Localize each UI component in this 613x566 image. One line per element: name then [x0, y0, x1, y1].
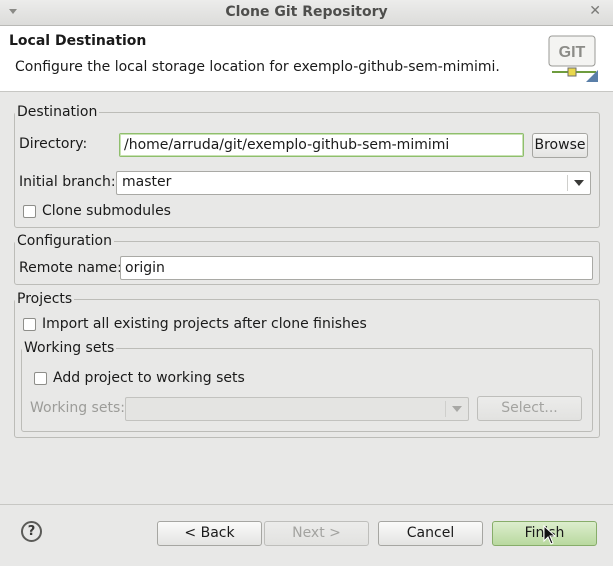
- working-sets-select[interactable]: [125, 397, 469, 421]
- page-title: Local Destination: [9, 33, 147, 49]
- close-icon[interactable]: ✕: [589, 3, 601, 19]
- clone-submodules-checkbox[interactable]: [23, 205, 36, 218]
- wizard-header: Local Destination Configure the local st…: [0, 26, 613, 92]
- add-to-working-sets-label: Add project to working sets: [53, 370, 245, 386]
- projects-group-label: Projects: [17, 291, 73, 307]
- mouse-pointer-icon: [543, 525, 557, 545]
- initial-branch-select[interactable]: master: [116, 171, 591, 195]
- initial-branch-label: Initial branch:: [19, 174, 116, 190]
- import-projects-checkbox[interactable]: [23, 318, 36, 331]
- remote-name-label: Remote name:: [19, 260, 122, 276]
- combo-separator: [445, 401, 446, 417]
- back-button[interactable]: < Back: [157, 521, 262, 546]
- help-icon[interactable]: ?: [21, 521, 42, 542]
- footer-divider: [0, 504, 613, 505]
- next-button[interactable]: Next >: [264, 521, 369, 546]
- chevron-down-icon: [452, 406, 462, 412]
- page-description: Configure the local storage location for…: [15, 59, 500, 75]
- configuration-group-label: Configuration: [17, 233, 112, 249]
- destination-group-label: Destination: [17, 104, 98, 120]
- git-logo-icon: GIT: [548, 35, 598, 82]
- initial-branch-value: master: [122, 174, 172, 190]
- git-logo-text: GIT: [559, 44, 586, 61]
- cancel-button[interactable]: Cancel: [378, 521, 483, 546]
- import-projects-label: Import all existing projects after clone…: [42, 316, 367, 332]
- clone-submodules-label: Clone submodules: [42, 203, 171, 219]
- directory-label: Directory:: [19, 136, 88, 152]
- working-sets-label: Working sets:: [30, 400, 125, 416]
- select-working-sets-button[interactable]: Select...: [477, 396, 582, 421]
- add-to-working-sets-checkbox[interactable]: [34, 372, 47, 385]
- window-titlebar: Clone Git Repository ✕: [0, 0, 613, 26]
- browse-button[interactable]: Browse: [532, 133, 588, 158]
- chevron-down-icon: [574, 180, 584, 186]
- working-sets-group-label: Working sets: [24, 340, 115, 356]
- combo-separator: [567, 175, 568, 191]
- directory-field[interactable]: /home/arruda/git/exemplo-github-sem-mimi…: [119, 133, 524, 157]
- remote-name-field[interactable]: origin: [120, 256, 593, 280]
- window-title: Clone Git Repository: [225, 4, 388, 20]
